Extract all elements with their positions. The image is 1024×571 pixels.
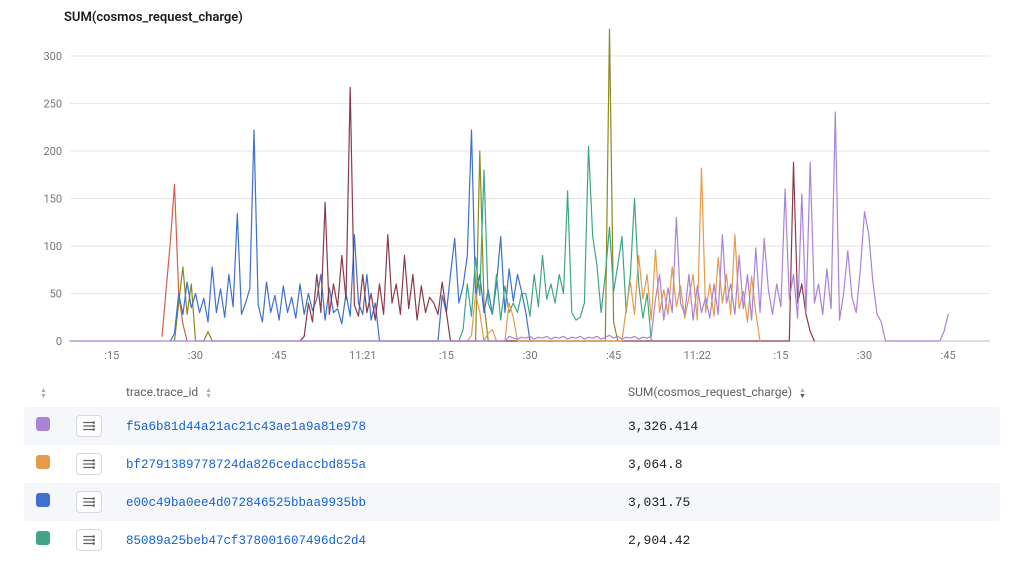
sum-value: 3,031.75 — [616, 483, 1000, 521]
table-row[interactable]: bf2791389778724da826cedaccbd855a 3,064.8 — [24, 445, 1000, 483]
col-swatch-header[interactable]: ▲▼ — [24, 377, 64, 407]
trace-view-button[interactable] — [76, 529, 102, 551]
trace-list-icon — [82, 419, 96, 433]
sum-value: 2,904.42 — [616, 521, 1000, 559]
trace-view-button[interactable] — [76, 491, 102, 513]
trace-id-link[interactable]: bf2791389778724da826cedaccbd855a — [126, 458, 366, 472]
series-swatch — [36, 417, 50, 431]
results-table: ▲▼ trace.trace_id ▲▼ SUM(cosmos_request_… — [24, 377, 1000, 559]
svg-text::30: :30 — [857, 349, 872, 362]
svg-text:50: 50 — [50, 288, 62, 301]
svg-text::45: :45 — [941, 349, 956, 362]
svg-text:200: 200 — [43, 145, 62, 158]
chart-title: SUM(cosmos_request_charge) — [24, 0, 1000, 29]
svg-text::45: :45 — [606, 349, 621, 362]
svg-text:0: 0 — [56, 335, 62, 348]
sort-icon: ▲▼ — [40, 387, 47, 399]
trace-id-link[interactable]: 85089a25beb47cf378001607496dc2d4 — [126, 534, 366, 548]
svg-text::30: :30 — [188, 349, 203, 362]
line-chart[interactable]: 0 50 100 150 200 250 300 :15 :30 :45 11:21 :15 :30 :4… — [24, 29, 1000, 369]
svg-text::45: :45 — [272, 349, 287, 362]
svg-text::15: :15 — [104, 349, 119, 362]
svg-text:11:22: 11:22 — [684, 349, 711, 362]
table-row[interactable]: e00c49ba0ee4d072846525bbaa9935bb 3,031.75 — [24, 483, 1000, 521]
svg-text:100: 100 — [43, 240, 62, 253]
trace-id-link[interactable]: f5a6b81d44a21ac21c43ae1a9a81e978 — [126, 420, 366, 434]
trace-view-button[interactable] — [76, 453, 102, 475]
svg-text:300: 300 — [43, 50, 62, 63]
svg-text::15: :15 — [439, 349, 454, 362]
col-trace-id-header[interactable]: trace.trace_id ▲▼ — [114, 377, 616, 407]
table-row[interactable]: f5a6b81d44a21ac21c43ae1a9a81e978 3,326.41… — [24, 407, 1000, 445]
sort-icon: ▲▼ — [205, 387, 212, 399]
trace-list-icon — [82, 457, 96, 471]
sort-icon: ▲▼ — [799, 387, 806, 399]
svg-text:250: 250 — [43, 98, 62, 111]
sum-value: 3,326.414 — [616, 407, 1000, 445]
sum-value: 3,064.8 — [616, 445, 1000, 483]
series-swatch — [36, 455, 50, 469]
col-sum-header[interactable]: SUM(cosmos_request_charge) ▲▼ — [616, 377, 1000, 407]
trace-view-button[interactable] — [76, 415, 102, 437]
series-swatch — [36, 531, 50, 545]
trace-id-link[interactable]: e00c49ba0ee4d072846525bbaa9935bb — [126, 496, 366, 510]
svg-text::15: :15 — [773, 349, 788, 362]
svg-text::30: :30 — [522, 349, 537, 362]
svg-text:150: 150 — [43, 193, 62, 206]
col-icon-header — [64, 377, 114, 407]
trace-list-icon — [82, 533, 96, 547]
series-swatch — [36, 493, 50, 507]
table-row[interactable]: 85089a25beb47cf378001607496dc2d4 2,904.42 — [24, 521, 1000, 559]
trace-list-icon — [82, 495, 96, 509]
svg-text:11:21: 11:21 — [349, 349, 376, 362]
